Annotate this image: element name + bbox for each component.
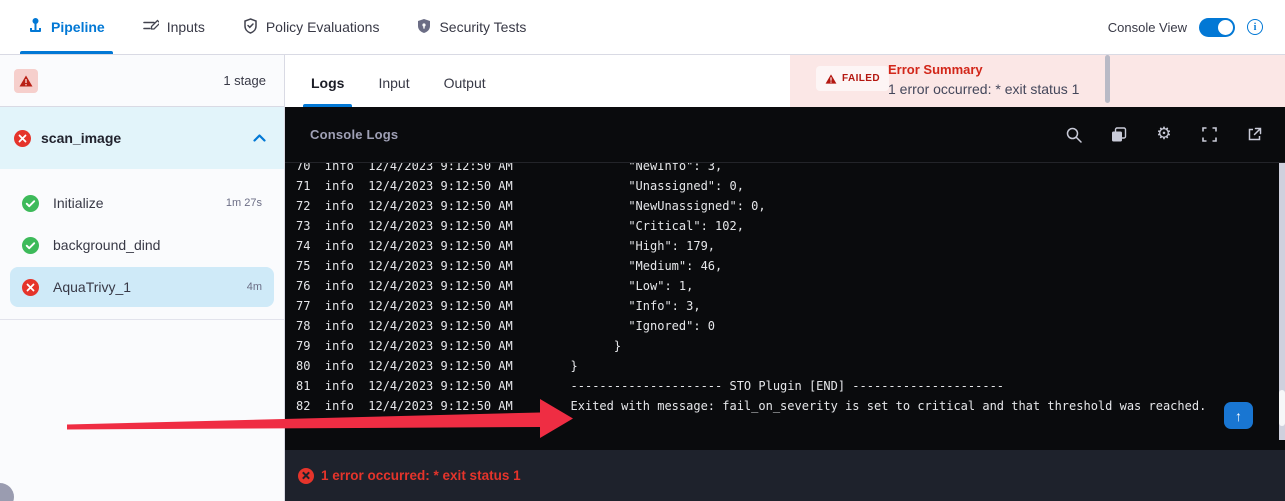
- fullscreen-icon[interactable]: [1200, 126, 1218, 144]
- footer-error-text: 1 error occurred: * exit status 1: [321, 468, 521, 483]
- console-toolbar: ⚙: [1065, 126, 1263, 144]
- step-list: Initialize 1m 27s background_dind AquaTr…: [0, 169, 284, 320]
- nav-right-controls: Console View i: [1108, 18, 1285, 37]
- execution-sidebar: 1 stage scan_image Initialize 1m 27s: [0, 55, 285, 501]
- error-summary-message: 1 error occurred: * exit status 1: [888, 81, 1079, 97]
- top-nav: Pipeline Inputs Policy Evaluations Sec: [0, 0, 1285, 55]
- open-in-new-icon[interactable]: [1245, 126, 1263, 144]
- error-summary-band: FAILED Error Summary 1 error occurred: *…: [790, 55, 1285, 107]
- failed-badge-label: FAILED: [842, 73, 880, 84]
- step-name: background_dind: [53, 237, 248, 253]
- console-view-toggle[interactable]: [1199, 18, 1235, 37]
- error-circle-icon: [298, 468, 314, 484]
- nav-tab-label: Inputs: [167, 19, 205, 35]
- log-scrollbar-thumb[interactable]: [1279, 390, 1285, 426]
- nav-tab-pipeline[interactable]: Pipeline: [28, 0, 105, 54]
- tab-input[interactable]: Input: [374, 75, 413, 107]
- inputs-icon: [143, 19, 159, 36]
- error-summary-title: Error Summary: [888, 62, 983, 77]
- shield-check-icon: [243, 18, 258, 37]
- help-widget-partial[interactable]: [0, 483, 14, 501]
- pipeline-execution-page: Pipeline Inputs Policy Evaluations Sec: [0, 0, 1285, 501]
- nav-tab-policy-evaluations[interactable]: Policy Evaluations: [243, 0, 380, 54]
- error-status-icon: [22, 279, 39, 296]
- search-icon[interactable]: [1065, 126, 1083, 144]
- console-logs-panel: Console Logs ⚙ 70 info 12/4/2023 9:12:50…: [285, 107, 1285, 450]
- toggle-knob: [1218, 20, 1233, 35]
- tab-label: Input: [378, 75, 409, 91]
- stage-count: 1 stage: [223, 73, 266, 88]
- chevron-up-icon[interactable]: [253, 129, 266, 147]
- tab-label: Output: [444, 75, 486, 91]
- console-view-label: Console View: [1108, 20, 1187, 35]
- console-title: Console Logs: [310, 127, 398, 142]
- success-status-icon: [22, 195, 39, 212]
- tab-output[interactable]: Output: [440, 75, 490, 107]
- warning-triangle-icon[interactable]: [14, 69, 38, 93]
- stage-name: scan_image: [41, 130, 243, 146]
- active-tab-underline: [20, 51, 113, 54]
- nav-tab-inputs[interactable]: Inputs: [143, 0, 205, 54]
- nav-tab-label: Policy Evaluations: [266, 19, 380, 35]
- scroll-to-top-button[interactable]: ↑: [1224, 402, 1253, 429]
- success-status-icon: [22, 237, 39, 254]
- error-status-icon: [14, 130, 31, 147]
- footer-error-bar: 1 error occurred: * exit status 1: [285, 450, 1285, 501]
- step-row-initialize[interactable]: Initialize 1m 27s: [10, 183, 274, 223]
- detail-tabbar: Logs Input Output: [285, 55, 790, 107]
- info-icon[interactable]: i: [1247, 19, 1263, 35]
- stage-row-scan-image[interactable]: scan_image: [0, 107, 284, 169]
- step-duration: 4m: [247, 281, 262, 293]
- log-viewport[interactable]: 70 info 12/4/2023 9:12:50 AM "NewInfo": …: [285, 163, 1285, 440]
- step-row-background-dind[interactable]: background_dind: [10, 225, 274, 265]
- nav-tabs: Pipeline Inputs Policy Evaluations Sec: [0, 0, 526, 54]
- warning-triangle-icon: [825, 74, 837, 84]
- tab-logs[interactable]: Logs: [307, 75, 348, 107]
- gear-icon[interactable]: ⚙: [1155, 126, 1173, 144]
- sidebar-header: 1 stage: [0, 55, 284, 107]
- console-header: Console Logs ⚙: [285, 107, 1285, 163]
- shield-icon: [417, 18, 431, 37]
- copy-icon[interactable]: [1110, 126, 1128, 144]
- step-name: Initialize: [53, 195, 212, 211]
- failed-badge: FAILED: [816, 66, 889, 91]
- error-band-scrollbar[interactable]: [1105, 55, 1110, 103]
- step-duration: 1m 27s: [226, 197, 262, 209]
- console-log-lines: 70 info 12/4/2023 9:12:50 AM "NewInfo": …: [296, 163, 1206, 416]
- log-scrollbar-track[interactable]: [1279, 163, 1285, 440]
- step-row-aquatrivy[interactable]: AquaTrivy_1 4m: [10, 267, 274, 307]
- step-name: AquaTrivy_1: [53, 279, 233, 295]
- tab-label: Logs: [311, 75, 344, 91]
- nav-tab-label: Pipeline: [51, 19, 105, 35]
- nav-tab-label: Security Tests: [439, 19, 526, 35]
- pipeline-icon: [28, 18, 43, 37]
- nav-tab-security-tests[interactable]: Security Tests: [417, 0, 526, 54]
